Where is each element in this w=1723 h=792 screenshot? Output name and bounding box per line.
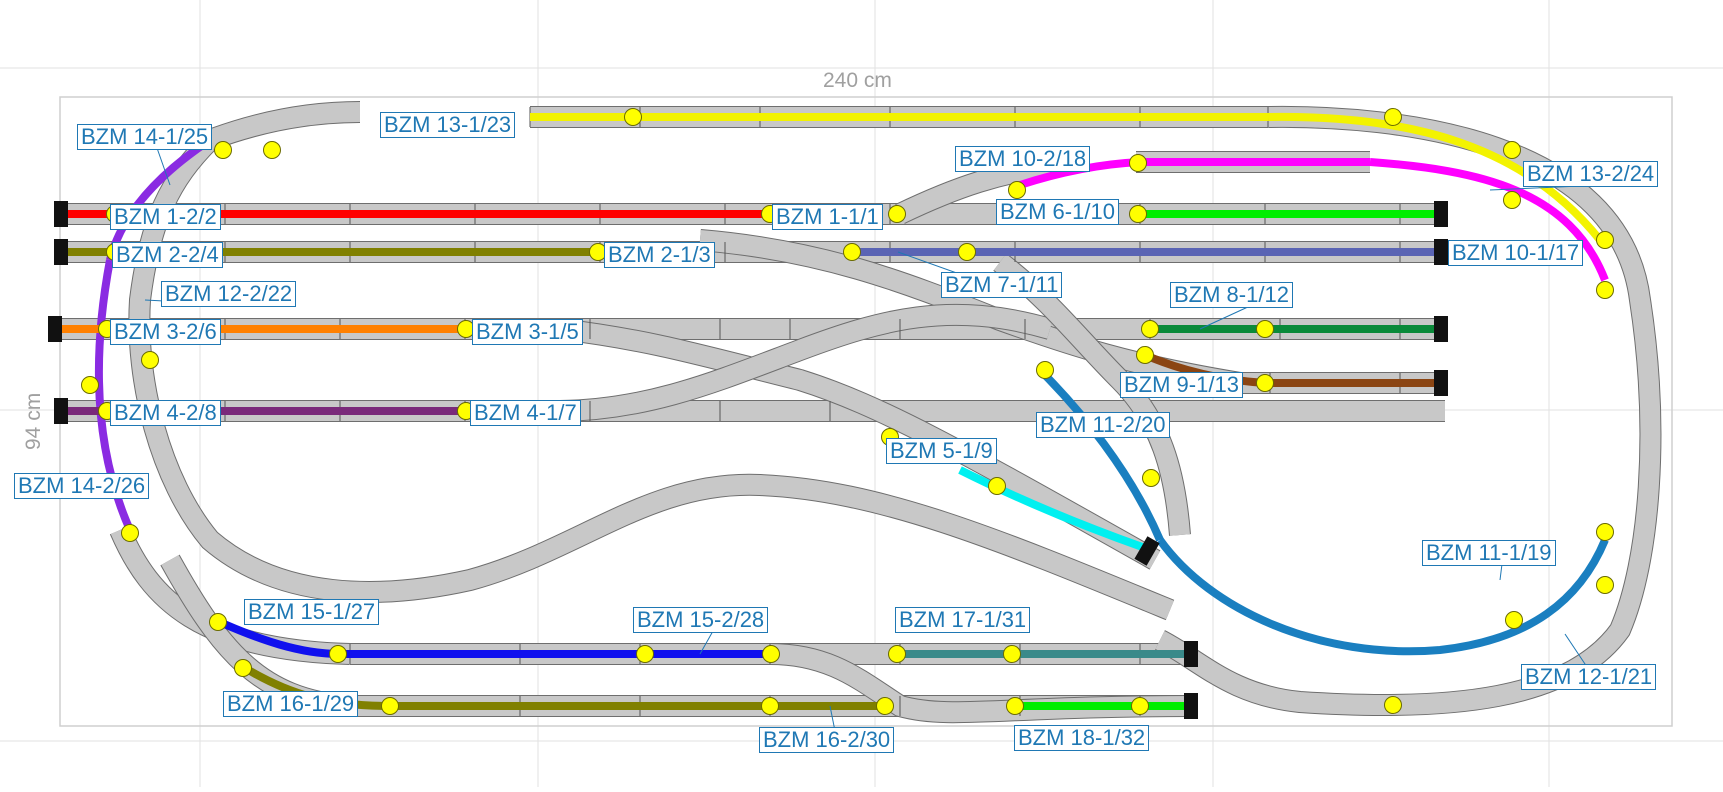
- contact-point: [1129, 205, 1147, 223]
- label-b1_1: BZM 1-1/1: [772, 204, 883, 230]
- track-plan-canvas: 240 cm 94 cm BZM 14-1/25 BZM 13-1/23 BZM 1…: [0, 0, 1723, 787]
- contact-point: [1256, 320, 1274, 338]
- label-b12_2: BZM 12-2/22: [161, 281, 297, 307]
- contact-point: [761, 697, 779, 715]
- label-b18_1: BZM 18-1/32: [1014, 725, 1150, 751]
- label-b17_1: BZM 17-1/31: [895, 607, 1031, 633]
- contact-point: [1384, 696, 1402, 714]
- contact-point: [636, 645, 654, 663]
- contact-point: [263, 141, 281, 159]
- track-bed-edge: [558, 318, 1161, 570]
- buffer-stop: [1434, 370, 1448, 396]
- contact-point: [1384, 108, 1402, 126]
- contact-point: [209, 613, 227, 631]
- contact-point: [988, 477, 1006, 495]
- label-b14_2: BZM 14-2/26: [14, 473, 150, 499]
- contact-point: [1505, 611, 1523, 629]
- label-b10_1: BZM 10-1/17: [1448, 240, 1584, 266]
- contact-point: [888, 645, 906, 663]
- label-b8_1: BZM 8-1/12: [1170, 282, 1293, 308]
- contact-point: [1596, 231, 1614, 249]
- contact-point: [876, 697, 894, 715]
- label-b13_1: BZM 13-1/23: [380, 112, 516, 138]
- label-b13_2: BZM 13-2/24: [1523, 161, 1659, 187]
- label-b15_1: BZM 15-1/27: [244, 599, 380, 625]
- leader-line: [1499, 563, 1503, 581]
- contact-point: [888, 205, 906, 223]
- contact-point: [329, 645, 347, 663]
- buffer-stop: [54, 201, 68, 227]
- label-b4_2: BZM 4-2/8: [110, 400, 221, 426]
- label-b3_1: BZM 3-1/5: [472, 319, 583, 345]
- label-b11_2: BZM 11-2/20: [1036, 412, 1170, 438]
- contact-point: [1136, 346, 1154, 364]
- contact-point: [234, 659, 252, 677]
- contact-point: [1036, 361, 1054, 379]
- contact-point: [141, 351, 159, 369]
- label-b1_2: BZM 1-2/2: [110, 204, 221, 230]
- label-b4_1: BZM 4-1/7: [470, 400, 581, 426]
- contact-point: [1596, 576, 1614, 594]
- contact-point: [381, 697, 399, 715]
- contact-point: [1141, 320, 1159, 338]
- contact-point: [1008, 181, 1026, 199]
- contact-point: [1503, 191, 1521, 209]
- label-b3_2: BZM 3-2/6: [110, 319, 221, 345]
- buffer-stop: [1434, 316, 1448, 342]
- buffer-stop: [1434, 239, 1448, 265]
- contact-point: [1131, 697, 1149, 715]
- contact-point: [1503, 141, 1521, 159]
- buffer-stop: [1434, 201, 1448, 227]
- contact-point: [1256, 374, 1274, 392]
- label-b2_1: BZM 2-1/3: [604, 242, 715, 268]
- label-b14_1: BZM 14-1/25: [77, 124, 213, 150]
- contact-point: [1596, 281, 1614, 299]
- buffer-stop: [54, 398, 68, 424]
- width-dimension: 240 cm: [823, 69, 892, 92]
- contact-point: [121, 524, 139, 542]
- label-b15_2: BZM 15-2/28: [633, 607, 769, 633]
- label-b16_1: BZM 16-1/29: [223, 691, 359, 717]
- label-b2_2: BZM 2-2/4: [112, 242, 223, 268]
- contact-point: [1006, 697, 1024, 715]
- contact-point: [762, 645, 780, 663]
- contact-point: [843, 243, 861, 261]
- label-b16_2: BZM 16-2/30: [759, 727, 895, 753]
- buffer-stop: [54, 239, 68, 265]
- label-b6_1: BZM 6-1/10: [996, 199, 1119, 225]
- buffer-stop: [1184, 641, 1198, 667]
- contact-point: [1596, 523, 1614, 541]
- label-b12_1: BZM 12-1/21: [1521, 664, 1657, 690]
- contact-point: [1129, 154, 1147, 172]
- buffer-stop: [1184, 693, 1198, 719]
- track-bed: [206, 102, 361, 150]
- label-b11_1: BZM 11-1/19: [1422, 540, 1556, 566]
- buffer-stop: [48, 316, 62, 342]
- height-dimension: 94 cm: [22, 392, 45, 450]
- contact-point: [624, 108, 642, 126]
- contact-point: [1142, 469, 1160, 487]
- track-bed: [558, 319, 1160, 569]
- track-plan-svg: [0, 0, 1723, 787]
- label-b10_2: BZM 10-2/18: [955, 146, 1091, 172]
- label-b5_1: BZM 5-1/9: [886, 438, 997, 464]
- label-b7_1: BZM 7-1/11: [941, 272, 1063, 298]
- contact-point: [1003, 645, 1021, 663]
- contact-point: [214, 141, 232, 159]
- contact-point: [958, 243, 976, 261]
- label-b9_1: BZM 9-1/13: [1120, 372, 1243, 398]
- contact-point: [81, 376, 99, 394]
